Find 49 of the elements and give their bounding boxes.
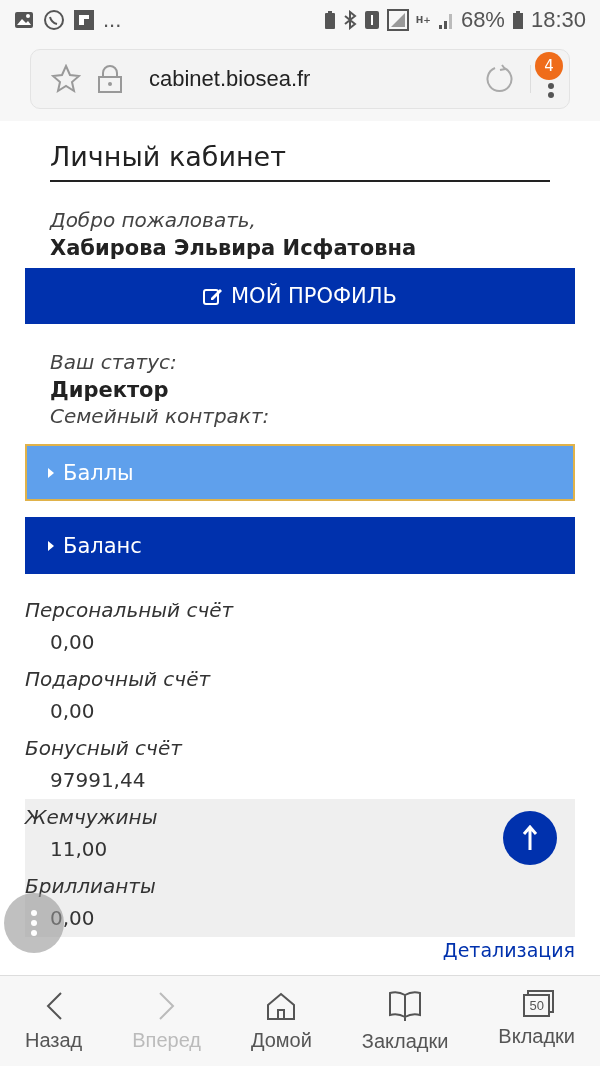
contract-label: Семейный контракт: — [50, 404, 271, 428]
battery-percent: 68% — [460, 7, 505, 33]
nav-button[interactable]: Закладки — [361, 989, 449, 1053]
account-label: Бонусный счёт — [25, 735, 184, 762]
account-value: 11,00 — [50, 836, 108, 863]
status-value: Директор — [50, 378, 170, 402]
details-link[interactable]: Детализация — [442, 939, 575, 961]
account-value: 0,00 — [50, 698, 95, 725]
network-type: H+ — [415, 15, 431, 25]
star-icon[interactable] — [51, 64, 81, 94]
accordion-header[interactable]: Баланс — [25, 517, 575, 574]
status-label: Ваш статус: — [50, 350, 178, 374]
account-label: Персональный счёт — [25, 597, 235, 624]
account-label: Бриллианты — [25, 873, 157, 900]
nav-button[interactable]: 50 Вкладки — [498, 994, 575, 1048]
welcome-text: Добро пожаловать, — [50, 208, 257, 232]
battery-icon — [511, 10, 524, 30]
image-icon — [14, 11, 34, 29]
reload-icon[interactable] — [484, 64, 514, 94]
edit-icon — [203, 287, 223, 305]
caret-icon — [47, 466, 55, 479]
account-value: 97991,44 — [50, 767, 146, 794]
home-icon — [266, 990, 297, 1021]
page-title: Личный кабинет — [50, 141, 550, 182]
user-name: Хабирова Эльвира Исфатовна — [50, 236, 418, 260]
notification-badge: 4 — [535, 52, 563, 80]
lock-icon — [97, 64, 123, 94]
battery-saver-icon — [323, 10, 336, 30]
nav-button[interactable]: Домой — [250, 990, 312, 1052]
arrow-up-icon — [522, 825, 538, 851]
book-icon — [388, 989, 423, 1022]
account-label: Подарочный счёт — [25, 666, 212, 693]
url-text[interactable]: cabinet.biosea.fr — [149, 66, 468, 92]
menu-icon — [30, 908, 38, 938]
forward-icon — [157, 990, 176, 1021]
back-icon — [44, 990, 63, 1021]
profile-button[interactable]: МОЙ ПРОФИЛЬ — [25, 268, 575, 324]
account-label: Жемчужины — [25, 804, 159, 831]
account-value: 0,00 — [50, 905, 95, 932]
address-bar[interactable]: cabinet.biosea.fr 4 — [30, 49, 570, 109]
caret-icon — [47, 539, 55, 552]
clock: 18:30 — [530, 7, 586, 33]
app-icon — [74, 10, 94, 30]
menu-icon[interactable] — [547, 82, 555, 98]
nav-button[interactable]: Назад — [24, 990, 83, 1052]
bluetooth-icon — [342, 10, 357, 30]
account-value: 0,00 — [50, 629, 95, 656]
more-notifications: ... — [103, 7, 122, 33]
signal-icon — [437, 11, 454, 29]
